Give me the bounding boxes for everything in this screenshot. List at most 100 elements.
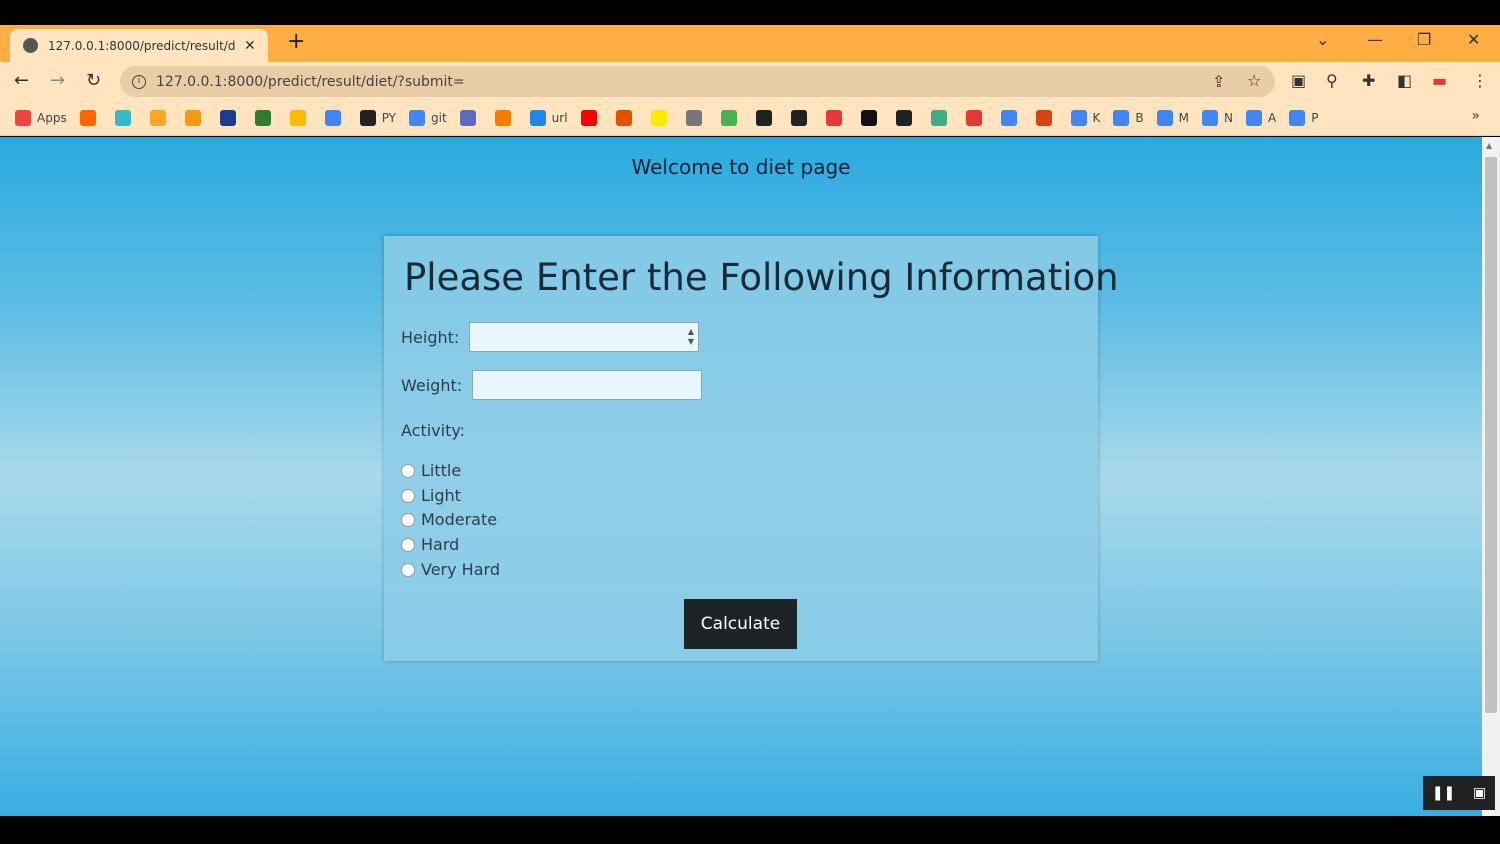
tab-search-icon[interactable]: ⌄ [1316,30,1329,49]
bookmark-favicon-icon [1156,109,1173,126]
video-controls: ❚❚ ▣ [1423,776,1495,810]
bookmark-item[interactable] [1000,109,1023,126]
scrollbar[interactable]: ▲ [1482,137,1500,816]
bookmark-favicon-icon [359,109,376,126]
bookmark-item[interactable]: B [1113,109,1144,126]
bookmark-item[interactable]: url [529,109,568,126]
toolbar: ← → ↻ i 127.0.0.1:8000/predict/result/di… [0,62,1500,100]
bookmark-item[interactable] [650,109,673,126]
new-tab-button[interactable]: + [287,29,305,54]
calculate-button[interactable]: Calculate [684,599,797,649]
bookmark-label: P [1311,110,1319,125]
radio-button[interactable] [401,488,415,503]
close-tab-icon[interactable]: ✕ [244,38,256,54]
forward-icon[interactable]: → [50,70,65,91]
minimize-button[interactable]: — [1367,30,1383,49]
bookmark-item[interactable]: PY [359,109,396,126]
bookmark-favicon-icon [409,109,426,126]
bookmark-item[interactable] [615,109,638,126]
bookmark-favicon-icon [1070,109,1087,126]
bookmark-favicon-icon [254,109,271,126]
bookmark-item[interactable]: N [1202,109,1233,126]
bookmark-item[interactable] [219,109,242,126]
bookmark-item[interactable] [459,109,482,126]
bookmark-item[interactable] [254,109,277,126]
weight-input[interactable] [472,370,702,400]
radio-very-hard[interactable]: Very Hard [401,560,500,579]
extensions-puzzle-icon[interactable]: ✚ [1362,71,1375,90]
bookmark-favicon-icon [79,109,96,126]
reload-icon[interactable]: ↻ [86,70,101,91]
bookmarks-bar: Apps PY git url K B M N A P [0,100,1500,136]
radio-hard[interactable]: Hard [401,535,459,554]
extension-badge-icon[interactable]: ▬ [1432,71,1447,90]
bookmark-star-icon[interactable]: ☆ [1247,71,1261,90]
bookmark-item[interactable]: Apps [15,109,67,126]
bookmark-item[interactable] [930,109,953,126]
bookmark-item[interactable] [79,109,102,126]
pause-icon[interactable]: ❚❚ [1432,785,1455,801]
welcome-heading: Welcome to diet page [631,155,851,179]
radio-light[interactable]: Light [401,486,461,505]
bookmark-favicon-icon [930,109,947,126]
restore-button[interactable]: ❐ [1417,30,1431,49]
radio-moderate[interactable]: Moderate [401,510,497,529]
bookmark-favicon-icon [755,109,772,126]
bookmark-label: N [1224,110,1233,125]
bookmark-item[interactable] [289,109,312,126]
bookmark-favicon-icon [580,109,597,126]
scroll-up-icon[interactable]: ▲ [1486,141,1492,150]
bookmark-item[interactable] [494,109,517,126]
browser-tab[interactable]: 127.0.0.1:8000/predict/result/diet/?subm… [10,29,268,62]
picture-in-picture-icon[interactable]: ▣ [1473,785,1486,801]
extension-icon[interactable]: ⚲ [1326,71,1338,90]
diet-form: Please Enter the Following Information H… [384,236,1119,661]
number-spinner[interactable]: ▲ ▼ [688,327,694,347]
radio-button[interactable] [401,562,415,577]
bookmark-item[interactable] [149,109,172,126]
bookmark-item[interactable] [685,109,708,126]
bookmark-favicon-icon [289,109,306,126]
radio-button[interactable] [401,537,415,552]
bookmark-item[interactable] [965,109,988,126]
radio-little[interactable]: Little [401,461,461,480]
share-icon[interactable]: ⇪ [1212,72,1225,91]
bookmark-item[interactable]: P [1289,109,1319,126]
weight-label: Weight: [401,376,463,395]
bookmark-item[interactable] [1035,109,1058,126]
bookmark-item[interactable]: A [1246,109,1276,126]
globe-icon [23,38,38,53]
tab-title: 127.0.0.1:8000/predict/result/diet/?subm… [48,38,236,53]
bookmark-item[interactable]: M [1156,109,1189,126]
close-window-button[interactable]: ✕ [1467,30,1480,49]
height-input[interactable]: ▲ ▼ [469,322,699,352]
scrollbar-thumb[interactable] [1485,157,1497,713]
profile-icon[interactable]: ▣ [1291,71,1306,90]
bookmark-item[interactable] [895,109,918,126]
site-info-icon[interactable]: i [132,74,146,89]
page-content: Welcome to diet page Please Enter the Fo… [0,137,1482,816]
bookmark-label: B [1135,110,1144,125]
radio-button[interactable] [401,463,415,478]
bookmark-item[interactable] [324,109,347,126]
side-panel-icon[interactable]: ◧ [1397,71,1412,90]
bookmark-item[interactable] [580,109,603,126]
back-icon[interactable]: ← [14,70,29,91]
radio-button[interactable] [401,512,415,527]
menu-icon[interactable]: ⋮ [1472,71,1488,90]
bookmark-item[interactable]: git [409,109,447,126]
bookmark-item[interactable] [790,109,813,126]
bookmark-favicon-icon [965,109,982,126]
bookmark-item[interactable] [720,109,743,126]
activity-label: Activity: [401,421,466,440]
more-bookmarks-icon[interactable]: » [1471,108,1480,124]
address-bar[interactable]: i 127.0.0.1:8000/predict/result/diet/?su… [120,66,1275,97]
bookmark-item[interactable] [755,109,778,126]
url-text[interactable]: 127.0.0.1:8000/predict/result/diet/?subm… [156,74,465,90]
bookmark-item[interactable] [825,109,848,126]
bookmark-item[interactable] [184,109,207,126]
radio-label: Moderate [421,510,498,529]
bookmark-item[interactable]: K [1070,109,1100,126]
bookmark-item[interactable] [860,109,883,126]
bookmark-item[interactable] [114,109,137,126]
